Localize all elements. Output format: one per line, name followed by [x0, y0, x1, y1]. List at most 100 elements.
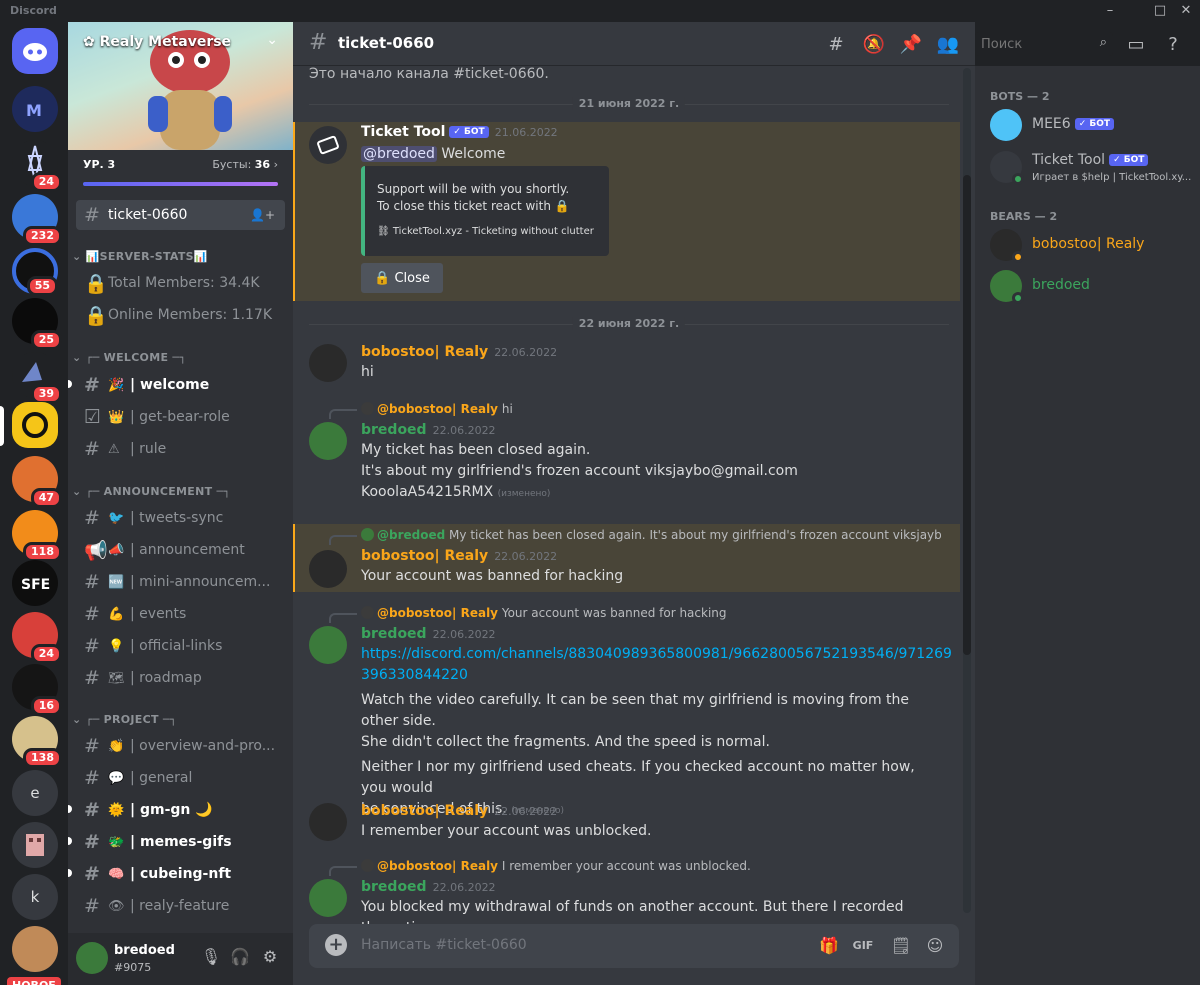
reply-preview[interactable]: @bobostoo| Realy I remember your account…: [361, 859, 941, 873]
home-button[interactable]: [12, 28, 58, 74]
inbox-icon[interactable]: ▭: [1124, 33, 1148, 57]
server-icon[interactable]: 118: [12, 510, 62, 562]
avatar[interactable]: [309, 422, 347, 460]
message[interactable]: @bredoed My ticket has been closed again…: [293, 524, 960, 592]
message-author[interactable]: bredoed 22.06.2022: [361, 879, 496, 895]
channel-memes-gifs[interactable]: # 🐲 | memes-gifs: [76, 827, 285, 857]
avatar[interactable]: [309, 879, 347, 917]
close-window-icon[interactable]: ✕: [1174, 2, 1198, 20]
message[interactable]: @bobostoo| Realy Your account was banned…: [293, 606, 960, 817]
message-link[interactable]: https://discord.com/channels/88304098936…: [361, 644, 952, 665]
search-box[interactable]: ⌕: [975, 32, 1113, 56]
server-icon[interactable]: 47: [12, 456, 62, 508]
server-icon[interactable]: 24: [12, 140, 62, 192]
member-list-icon[interactable]: 👥: [936, 33, 960, 57]
channel-realy-feature[interactable]: # 👁 | realy-feature: [76, 891, 285, 921]
message-author[interactable]: bobostoo| Realy 22.06.2022: [361, 344, 557, 360]
server-banner[interactable]: ✿ Realy Metaverse ⌄: [68, 22, 293, 150]
member-mee6[interactable]: MEE6 ✓ БОТ: [983, 104, 1188, 146]
message-list[interactable]: Это начало канала #ticket-0660. 21 июня …: [293, 66, 975, 935]
message-author[interactable]: Ticket Tool ✓ БОТ 21.06.2022: [361, 124, 558, 140]
server-icon[interactable]: 16: [12, 664, 62, 716]
message-input[interactable]: Написать #ticket-0660: [361, 937, 527, 953]
server-icon[interactable]: 24: [12, 612, 62, 664]
boost-progress[interactable]: УР. 3 Бусты: 36 ›: [68, 150, 293, 194]
avatar[interactable]: [76, 942, 108, 974]
user-mention[interactable]: @bredoed: [361, 146, 437, 162]
message[interactable]: bobostoo| Realy 22.06.2022 I remember you…: [293, 801, 960, 851]
channel-online-members[interactable]: 🔒 Online Members: 1.17K: [76, 300, 285, 330]
emoji-icon[interactable]: ☺: [923, 934, 947, 958]
avatar[interactable]: [309, 126, 347, 164]
search-input[interactable]: [975, 32, 1085, 56]
message-composer[interactable]: + Написать #ticket-0660 🎁 GIF 🗒 ☺: [309, 924, 959, 968]
category-server-stats[interactable]: ⌄ 📊SERVER-STATS📊: [72, 250, 208, 263]
message[interactable]: Ticket Tool ✓ БОТ 21.06.2022 @bredoed Welc…: [293, 122, 960, 301]
gift-icon[interactable]: 🎁: [817, 934, 841, 958]
help-icon[interactable]: ?: [1161, 33, 1185, 57]
message-author[interactable]: bobostoo| Realy 22.06.2022: [361, 548, 557, 564]
channel-gm-gn[interactable]: # 🌞 | gm-gn 🌙: [76, 795, 285, 825]
member-ticket-tool[interactable]: Ticket Tool ✓ БОТ Играет в $help | Ticket…: [983, 146, 1191, 188]
message[interactable]: bobostoo| Realy 22.06.2022 hi: [293, 342, 960, 392]
server-icon[interactable]: e: [12, 770, 58, 816]
reply-preview[interactable]: @bobostoo| Realy Your account was banned…: [361, 606, 941, 620]
message-author[interactable]: bobostoo| Realy 22.06.2022: [361, 803, 557, 819]
channel-welcome[interactable]: # 🎉 | welcome: [76, 370, 285, 400]
scrollbar-thumb[interactable]: [963, 175, 971, 655]
server-icon[interactable]: k: [12, 874, 58, 920]
mute-bell-icon[interactable]: 🔕: [862, 33, 886, 57]
channel-rule[interactable]: # ⚠ | rule: [76, 434, 285, 464]
message[interactable]: @bobostoo| Realy hi bredoed 22.06.2022 My…: [293, 402, 960, 512]
new-badge[interactable]: НОВОЕ: [7, 977, 61, 985]
minimize-icon[interactable]: –: [1098, 2, 1122, 20]
avatar[interactable]: [309, 344, 347, 382]
category-project[interactable]: ⌄ ┌─ PROJECT ─┐: [72, 713, 177, 726]
channel-ticket-0660[interactable]: # ticket-0660 👤+: [76, 200, 285, 230]
microphone-icon[interactable]: 🎙: [199, 947, 223, 971]
server-icon-selected[interactable]: [12, 402, 58, 448]
server-icon[interactable]: [12, 822, 58, 868]
channel-get-bear-role[interactable]: ☑ 👑 | get-bear-role: [76, 402, 285, 432]
chevron-down-icon[interactable]: ⌄: [266, 32, 278, 48]
member-bobostoo[interactable]: bobostoo| Realy: [983, 224, 1188, 266]
channel-total-members[interactable]: 🔒 Total Members: 34.4K: [76, 268, 285, 298]
avatar[interactable]: [309, 550, 347, 588]
close-ticket-button[interactable]: 🔒 Close: [361, 263, 443, 293]
gear-icon[interactable]: ⚙: [258, 947, 282, 971]
channel-events[interactable]: # 💪 | events: [76, 599, 285, 629]
member-bredoed[interactable]: bredoed: [983, 265, 1188, 307]
user-name[interactable]: bredoed: [114, 943, 175, 958]
maximize-icon[interactable]: □: [1148, 2, 1172, 20]
channel-announcement[interactable]: 📢 📣 | announcement: [76, 535, 285, 565]
reply-preview[interactable]: @bobostoo| Realy hi: [361, 402, 941, 416]
message-link[interactable]: 396330844220: [361, 665, 921, 686]
avatar[interactable]: [309, 803, 347, 841]
category-announcement[interactable]: ⌄ ┌─ ANNOUNCEMENT ─┐: [72, 485, 230, 498]
channel-roadmap[interactable]: # 🗺 | roadmap: [76, 663, 285, 693]
message-author[interactable]: bredoed 22.06.2022: [361, 422, 496, 438]
server-icon[interactable]: SFE: [12, 560, 58, 606]
add-member-icon[interactable]: 👤+: [250, 208, 275, 222]
server-icon[interactable]: 232: [12, 194, 62, 246]
server-icon[interactable]: 39: [12, 352, 62, 404]
channel-tweets-sync[interactable]: # 🐦 | tweets-sync: [76, 503, 285, 533]
threads-icon[interactable]: #: [824, 33, 848, 57]
message-author[interactable]: bredoed 22.06.2022: [361, 626, 496, 642]
avatar[interactable]: [309, 626, 347, 664]
server-icon[interactable]: M: [12, 86, 58, 132]
headphones-icon[interactable]: 🎧: [228, 947, 252, 971]
server-icon[interactable]: 25: [12, 298, 62, 350]
pin-icon[interactable]: 📌: [899, 33, 923, 57]
category-welcome[interactable]: ⌄ ┌─ WELCOME ─┐: [72, 351, 186, 364]
channel-overview[interactable]: # 👏 | overview-and-pro...: [76, 731, 285, 761]
channel-mini-announcement[interactable]: # 🆕 | mini-announcem...: [76, 567, 285, 597]
reply-preview[interactable]: @bredoed My ticket has been closed again…: [361, 528, 941, 542]
channel-official-links[interactable]: # 💡 | official-links: [76, 631, 285, 661]
gif-icon[interactable]: GIF: [851, 934, 875, 958]
channel-general[interactable]: # 💬 | general: [76, 763, 285, 793]
server-icon[interactable]: 55: [12, 248, 58, 296]
server-icon[interactable]: 138: [12, 716, 62, 768]
server-name[interactable]: ✿ Realy Metaverse: [83, 34, 231, 50]
channel-cubeing-nft[interactable]: # 🧠 | cubeing-nft: [76, 859, 285, 889]
